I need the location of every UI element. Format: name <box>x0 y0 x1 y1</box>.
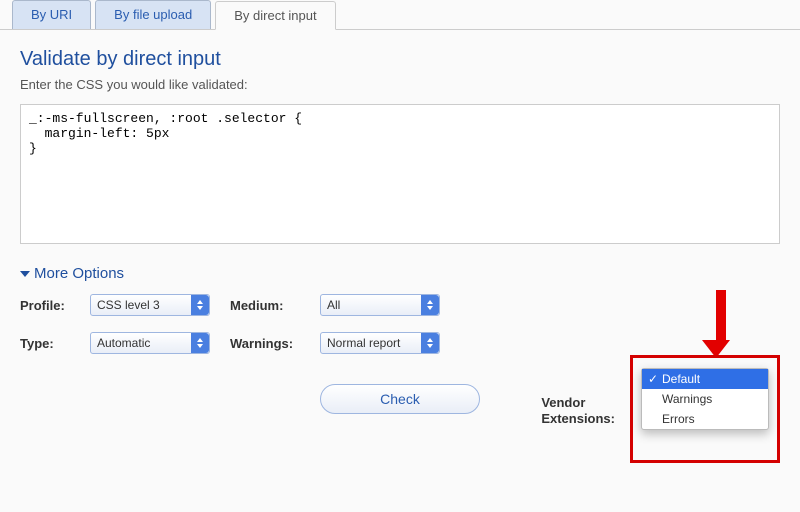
more-options-toggle[interactable]: More Options <box>20 265 780 282</box>
vendor-option-errors[interactable]: Errors <box>642 409 768 429</box>
select-type-value: Automatic <box>97 336 150 350</box>
select-profile[interactable]: CSS level 3 <box>90 294 210 316</box>
tabs: By URI By file upload By direct input <box>0 0 800 30</box>
tab-by-direct-input[interactable]: By direct input <box>215 1 335 30</box>
select-type[interactable]: Automatic <box>90 332 210 354</box>
tab-by-uri[interactable]: By URI <box>12 0 91 29</box>
label-vendor-extensions: VendorExtensions: <box>541 395 615 426</box>
select-stepper-icon <box>191 295 209 315</box>
select-warnings[interactable]: Normal report <box>320 332 440 354</box>
label-type: Type: <box>20 336 90 351</box>
select-medium[interactable]: All <box>320 294 440 316</box>
label-profile: Profile: <box>20 298 90 313</box>
select-profile-value: CSS level 3 <box>97 298 160 312</box>
select-medium-value: All <box>327 298 340 312</box>
select-vendor-extensions-open[interactable]: Default Warnings Errors <box>641 368 769 430</box>
more-options-label: More Options <box>34 265 124 282</box>
page-title: Validate by direct input <box>20 48 780 71</box>
vendor-option-default[interactable]: Default <box>642 369 768 389</box>
select-stepper-icon <box>191 333 209 353</box>
check-button[interactable]: Check <box>320 384 480 414</box>
options-grid: Profile: CSS level 3 Medium: All Type: A… <box>20 294 780 354</box>
chevron-down-icon <box>20 271 30 277</box>
label-medium: Medium: <box>230 298 320 313</box>
label-warnings: Warnings: <box>230 336 320 351</box>
select-stepper-icon <box>421 333 439 353</box>
select-stepper-icon <box>421 295 439 315</box>
arrow-annotation <box>711 290 730 358</box>
tab-by-file-upload[interactable]: By file upload <box>95 0 211 29</box>
css-input[interactable] <box>20 104 780 244</box>
vendor-extensions-highlight: Default Warnings Errors <box>630 355 780 463</box>
subtext: Enter the CSS you would like validated: <box>20 77 780 92</box>
vendor-option-warnings[interactable]: Warnings <box>642 389 768 409</box>
select-warnings-value: Normal report <box>327 336 400 350</box>
